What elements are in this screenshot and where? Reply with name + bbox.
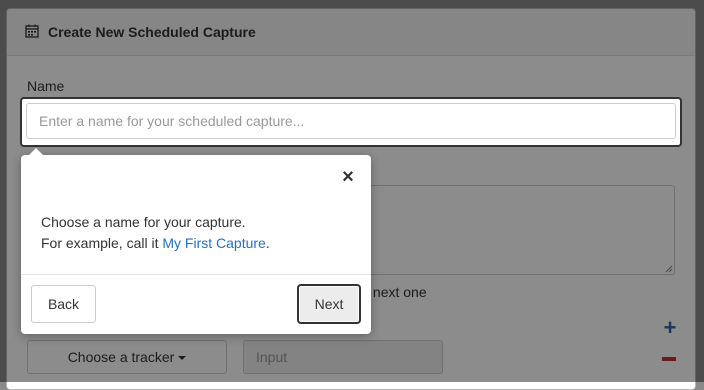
choose-tracker-button[interactable]: Choose a tracker xyxy=(27,340,227,374)
panel-title: Create New Scheduled Capture xyxy=(48,24,256,40)
tour-example-prefix: For example, call it xyxy=(41,235,163,251)
choose-tracker-label: Choose a tracker xyxy=(67,349,175,365)
next-button[interactable]: Next xyxy=(297,284,361,324)
tracker-value-input[interactable] xyxy=(243,340,443,374)
popover-divider xyxy=(21,274,371,275)
minus-icon[interactable] xyxy=(662,357,676,361)
tour-example: For example, call it My First Capture. xyxy=(41,235,270,251)
tour-popover: × Choose a name for your capture. For ex… xyxy=(21,148,371,334)
plus-icon[interactable]: + xyxy=(663,317,677,339)
name-label: Name xyxy=(27,78,65,94)
example-name-link[interactable]: My First Capture xyxy=(162,235,265,251)
popover-arrow xyxy=(29,148,43,155)
calendar-icon xyxy=(25,24,39,38)
resize-grip-icon[interactable] xyxy=(665,265,673,273)
close-icon[interactable]: × xyxy=(339,167,357,187)
caret-down-icon xyxy=(178,356,187,361)
tour-instruction: Choose a name for your capture. xyxy=(41,214,246,230)
back-button[interactable]: Back xyxy=(31,285,96,323)
tour-example-suffix: . xyxy=(265,235,270,251)
name-input[interactable] xyxy=(26,103,676,139)
name-field-highlight xyxy=(20,97,682,147)
panel-heading: Create New Scheduled Capture xyxy=(7,9,695,56)
